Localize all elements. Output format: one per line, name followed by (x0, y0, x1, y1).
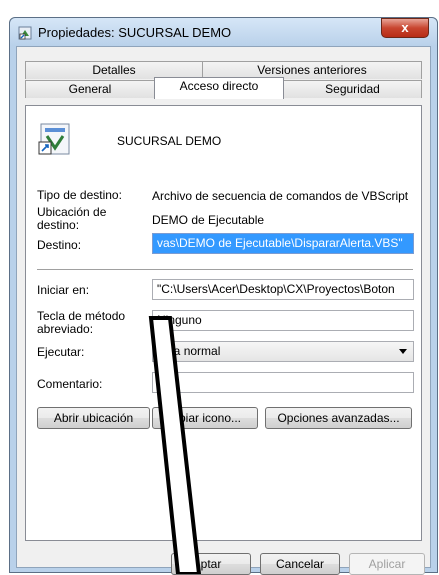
advanced-options-button[interactable]: Opciones avanzadas... (265, 407, 412, 429)
title-bar[interactable]: Propiedades: SUCURSAL DEMO x (10, 18, 437, 46)
open-location-button[interactable]: Abrir ubicación (37, 407, 150, 429)
tab-seguridad[interactable]: Seguridad (283, 80, 422, 98)
cancel-button[interactable]: Cancelar (260, 553, 340, 575)
change-icon-button[interactable]: mbiar icono... (152, 407, 258, 429)
close-icon: x (401, 20, 409, 35)
run-select[interactable]: tana normal (152, 341, 414, 362)
dialog-client: Detalles Versiones anteriores General Ac… (16, 46, 431, 575)
target-type-label: Tipo de destino: (37, 188, 122, 202)
separator (37, 269, 413, 270)
start-in-input[interactable]: "C:\Users\Acer\Desktop\CX\Proyectos\Boto… (152, 279, 414, 300)
shortcut-app-icon (18, 26, 32, 40)
apply-button[interactable]: Aplicar (349, 553, 425, 575)
comment-label: Comentario: (37, 377, 103, 391)
run-label: Ejecutar: (37, 345, 85, 359)
close-button[interactable]: x (381, 18, 429, 38)
vbscript-file-icon (38, 123, 70, 155)
target-type-value: Archivo de secuencia de comandos de VBSc… (152, 189, 409, 203)
tab-acceso-directo[interactable]: Acceso directo (154, 77, 284, 99)
comment-input[interactable] (152, 372, 414, 393)
shortcut-name: SUCURSAL DEMO (117, 134, 222, 148)
ok-button[interactable]: ptar (171, 553, 251, 575)
window-title: Propiedades: SUCURSAL DEMO (38, 25, 232, 40)
chevron-down-icon (399, 349, 407, 354)
target-input[interactable]: vas\DEMO de Ejecutable\DispararAlerta.VB… (152, 233, 414, 254)
start-in-label: Iniciar en: (37, 283, 90, 297)
properties-window: Propiedades: SUCURSAL DEMO x Detalles Ve… (9, 17, 438, 575)
tab-general[interactable]: General (25, 80, 155, 98)
target-location-label: Ubicación de destino: (37, 205, 107, 232)
run-select-value: tana normal (157, 344, 221, 358)
hotkey-label: Tecla de método abreviado: (37, 309, 126, 336)
target-label: Destino: (37, 238, 82, 252)
hotkey-input[interactable]: Ninguno (152, 310, 414, 331)
shortcut-tab-panel: SUCURSAL DEMO Tipo de destino: Archivo d… (25, 105, 422, 541)
target-location-value: DEMO de Ejecutable (152, 213, 265, 227)
